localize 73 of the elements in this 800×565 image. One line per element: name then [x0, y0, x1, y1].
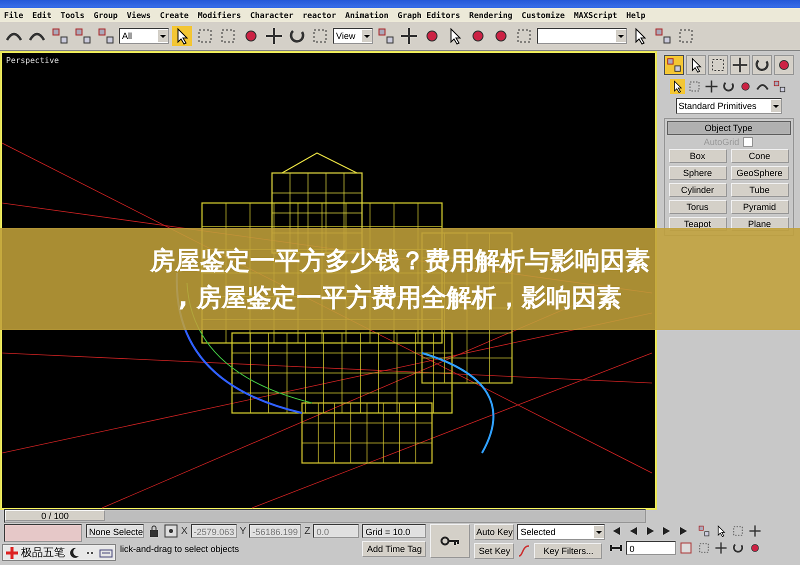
x-label: X: [181, 526, 188, 536]
menu-item[interactable]: Views: [126, 10, 151, 20]
menu-item[interactable]: Rendering: [469, 10, 512, 20]
primitive-button[interactable]: Torus: [668, 200, 726, 214]
primitive-button[interactable]: GeoSphere: [730, 166, 788, 180]
frame-counter-handle[interactable]: 0 / 100: [5, 510, 105, 521]
select-cursor-icon[interactable]: [172, 26, 192, 46]
caret-icon[interactable]: [362, 30, 372, 42]
auto-key-button[interactable]: Auto Key: [474, 524, 514, 540]
primitive-button[interactable]: Cylinder: [668, 183, 726, 197]
primitive-type-dropdown[interactable]: Standard Primitives: [676, 98, 782, 114]
rollout-title[interactable]: Object Type: [666, 121, 790, 135]
caret-icon[interactable]: [158, 30, 168, 42]
category-icon[interactable]: [670, 79, 685, 94]
set-key-button[interactable]: [430, 524, 470, 558]
absolute-mode-icon[interactable]: [164, 524, 178, 538]
menu-item[interactable]: reactor: [302, 10, 336, 20]
time-slider-track[interactable]: 0 / 100: [4, 509, 646, 523]
input-method-name[interactable]: 极品五笔: [21, 545, 65, 560]
menu-item[interactable]: MAXScript: [574, 10, 618, 20]
banner-headline: 房屋鉴定一平方多少钱？费用解析与影响因素: [150, 245, 650, 277]
add-time-tag-button[interactable]: Add Time Tag: [362, 541, 426, 557]
selection-filter-dropdown[interactable]: All: [119, 28, 169, 44]
primitive-button[interactable]: Cone: [730, 149, 788, 163]
menu-item[interactable]: File: [4, 10, 24, 20]
panel-tab-icon[interactable]: [664, 55, 684, 75]
primitive-button[interactable]: Box: [668, 149, 726, 163]
viewport-label: Perspective: [6, 56, 59, 65]
key-mode-dropdown[interactable]: Selected: [517, 524, 606, 540]
input-method-logo-icon[interactable]: [5, 546, 19, 560]
menu-item[interactable]: Group: [94, 10, 118, 20]
tangent-curve-icon[interactable]: [517, 544, 532, 558]
panel-tab-icon[interactable]: [686, 55, 706, 75]
caret-icon[interactable]: [770, 100, 780, 112]
banner-headline: , 房屋鉴定一平方费用全解析，影响因素: [178, 282, 622, 314]
caret-icon[interactable]: [594, 526, 604, 538]
panel-tab-icon[interactable]: [774, 55, 794, 75]
lock-icon[interactable]: [147, 524, 161, 538]
grid-status: Grid = 10.0: [362, 524, 426, 538]
primitive-button[interactable]: Tube: [730, 183, 788, 197]
primitive-button[interactable]: Pyramid: [730, 200, 788, 214]
menu-item[interactable]: Create: [160, 10, 189, 20]
menu-item[interactable]: Character: [250, 10, 294, 20]
reference-coordinate-dropdown[interactable]: View: [333, 28, 373, 44]
key-icon: [440, 536, 460, 546]
menu-item[interactable]: Tools: [60, 10, 85, 20]
y-label: Y: [240, 526, 246, 536]
moon-icon[interactable]: [67, 546, 81, 560]
menu-item[interactable]: Edit: [32, 10, 52, 20]
link-boxes-icon[interactable]: [50, 26, 70, 46]
menu-item[interactable]: Customize: [522, 10, 565, 20]
primitive-button[interactable]: Sphere: [668, 166, 726, 180]
panel-tab-icon[interactable]: [730, 55, 750, 75]
menu-item[interactable]: Help: [626, 10, 646, 20]
named-selection-dropdown[interactable]: [537, 28, 627, 44]
menu-item[interactable]: Animation: [345, 10, 389, 20]
listener-field[interactable]: [4, 524, 82, 542]
category-icon[interactable]: [721, 79, 736, 94]
z-label: Z: [304, 526, 310, 536]
unlink-boxes-icon[interactable]: [73, 26, 93, 46]
prompt-text: lick-and-drag to select objects: [120, 544, 240, 554]
menu-item[interactable]: Graph Editors: [398, 10, 460, 20]
category-icon[interactable]: [704, 79, 719, 94]
caret-icon[interactable]: [616, 30, 626, 42]
move-icon[interactable]: [264, 26, 284, 46]
menu-item[interactable]: Modifiers: [198, 10, 242, 20]
selection-status: None Selecte: [86, 524, 144, 538]
category-icon[interactable]: [772, 79, 787, 94]
current-frame-field[interactable]: 0: [626, 541, 676, 555]
panel-tab-icon[interactable]: [752, 55, 772, 75]
key-filters-button[interactable]: Key Filters...: [534, 543, 602, 559]
bind-boxes-icon[interactable]: [96, 26, 116, 46]
set-key-mode-button[interactable]: Set Key: [474, 543, 514, 559]
